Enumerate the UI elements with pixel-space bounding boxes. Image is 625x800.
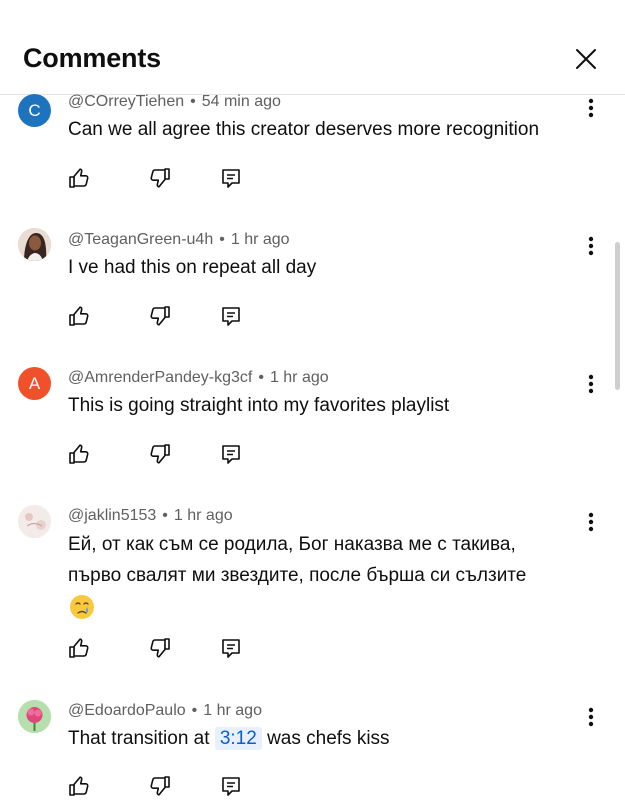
page-title: Comments bbox=[23, 43, 161, 73]
comment-time: 1 hr ago bbox=[203, 702, 262, 719]
comment-author[interactable]: @COrreyTiehen bbox=[68, 93, 184, 110]
more-vertical-icon bbox=[588, 707, 594, 727]
thumbs-up-icon bbox=[69, 638, 89, 658]
comment-time: 54 min ago bbox=[201, 93, 281, 110]
meta-separator: • bbox=[162, 507, 168, 524]
user-photo-icon bbox=[18, 228, 51, 261]
crying-face-icon bbox=[70, 595, 94, 619]
flower-avatar-icon bbox=[18, 700, 51, 733]
thumbs-up-icon bbox=[69, 776, 89, 796]
dislike-button[interactable] bbox=[148, 636, 172, 660]
comment-text: This is going straight into my favorites… bbox=[68, 395, 450, 416]
emoji-row bbox=[68, 591, 588, 621]
comment-text: Ей, от как съм се родила, Бог наказва ме… bbox=[68, 530, 588, 621]
more-vertical-icon bbox=[588, 512, 594, 532]
comment-time: 1 hr ago bbox=[269, 369, 329, 386]
comment-text-part: That transition at bbox=[68, 728, 210, 749]
more-vertical-icon bbox=[588, 374, 594, 394]
comment-time: 1 hr ago bbox=[230, 231, 290, 248]
comment-author[interactable]: @EdoardoPaulo bbox=[68, 702, 186, 719]
comment-author[interactable]: @AmrenderPandey-kg3cf bbox=[68, 369, 252, 386]
dislike-button[interactable] bbox=[148, 774, 172, 798]
close-button[interactable] bbox=[569, 42, 603, 76]
reply-button[interactable] bbox=[219, 636, 243, 660]
meta-separator: • bbox=[219, 231, 225, 248]
comment-author[interactable]: @TeaganGreen-u4h bbox=[68, 231, 213, 248]
comments-sheet: Comments C @COrreyTiehen • 54 min ago Can … bbox=[0, 0, 625, 800]
comment-time: 1 hr ago bbox=[173, 507, 233, 524]
avatar-letter: A bbox=[28, 373, 41, 393]
close-icon bbox=[576, 49, 596, 69]
comment-text: That transition at 3:12 was chefs kiss bbox=[68, 724, 588, 754]
scrollbar[interactable] bbox=[615, 242, 620, 390]
dislike-button[interactable] bbox=[148, 166, 172, 190]
like-button[interactable] bbox=[67, 166, 91, 190]
meta-separator: • bbox=[191, 702, 198, 719]
avatar[interactable]: C bbox=[18, 94, 51, 127]
comment-text: I ve had this on repeat all day bbox=[68, 257, 317, 278]
avatar[interactable] bbox=[18, 228, 51, 261]
reply-comment-icon bbox=[222, 445, 240, 464]
reply-comment-icon bbox=[222, 307, 240, 326]
meta-separator: • bbox=[258, 369, 264, 386]
reply-comment-icon bbox=[222, 169, 240, 188]
thumbs-down-icon bbox=[150, 444, 170, 464]
reply-comment-icon bbox=[222, 777, 240, 796]
timestamp-link[interactable]: 3:12 bbox=[214, 727, 262, 750]
thumbs-down-icon bbox=[150, 776, 170, 796]
thumbs-down-icon bbox=[150, 638, 170, 658]
comment-text-line: първо свалят ми звездите, после бърша си… bbox=[68, 565, 527, 586]
reply-button[interactable] bbox=[219, 304, 243, 328]
comment-text-part: was chefs kiss bbox=[267, 728, 390, 749]
avatar[interactable] bbox=[18, 505, 51, 538]
avatar[interactable]: A bbox=[18, 367, 51, 400]
like-button[interactable] bbox=[67, 442, 91, 466]
like-button[interactable] bbox=[67, 636, 91, 660]
comment-author[interactable]: @jaklin5153 bbox=[68, 507, 156, 524]
user-avatar-image-icon bbox=[18, 505, 51, 538]
like-button[interactable] bbox=[67, 304, 91, 328]
thumbs-up-icon bbox=[69, 168, 89, 188]
more-vertical-icon bbox=[588, 98, 594, 118]
comment-text: Can we all agree this creator deserves m… bbox=[68, 119, 540, 140]
reply-button[interactable] bbox=[219, 442, 243, 466]
thumbs-down-icon bbox=[150, 306, 170, 326]
comments-header: Comments bbox=[0, 0, 625, 95]
thumbs-up-icon bbox=[69, 306, 89, 326]
more-vertical-icon bbox=[588, 236, 594, 256]
avatar[interactable] bbox=[18, 700, 51, 733]
like-button[interactable] bbox=[67, 774, 91, 798]
comment-text-line: Ей, от как съм се родила, Бог наказва ме… bbox=[68, 534, 516, 555]
dislike-button[interactable] bbox=[148, 442, 172, 466]
avatar-letter: C bbox=[28, 100, 41, 120]
reply-button[interactable] bbox=[219, 166, 243, 190]
thumbs-up-icon bbox=[69, 444, 89, 464]
reply-button[interactable] bbox=[219, 774, 243, 798]
meta-separator: • bbox=[190, 93, 196, 110]
reply-comment-icon bbox=[222, 639, 240, 658]
dislike-button[interactable] bbox=[148, 304, 172, 328]
thumbs-down-icon bbox=[150, 168, 170, 188]
